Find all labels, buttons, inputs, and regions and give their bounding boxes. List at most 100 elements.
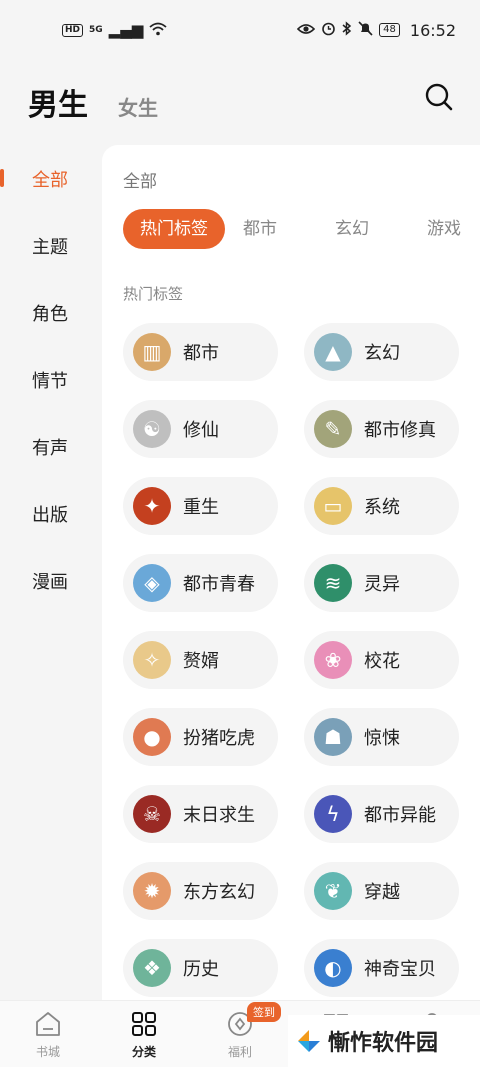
tag-item[interactable]: ❖ 历史	[123, 939, 278, 997]
sidebar-item-published[interactable]: 出版	[0, 480, 100, 547]
tag-item[interactable]: ☯ 修仙	[123, 400, 278, 458]
tag-label: 惊悚	[364, 728, 400, 749]
sidebar-item-theme[interactable]: 主题	[0, 212, 100, 279]
wifi-icon	[149, 22, 167, 39]
city-icon: ▥	[133, 333, 171, 371]
home-icon	[36, 1012, 60, 1036]
tag-item[interactable]: ▲ 玄幻	[304, 323, 459, 381]
gourd-icon: ❦	[314, 872, 352, 910]
tag-label: 末日求生	[183, 805, 255, 826]
sidebar-item-label: 角色	[32, 303, 68, 325]
tag-item[interactable]: ☗ 惊悚	[304, 708, 459, 766]
wind-icon: ≋	[314, 564, 352, 602]
sidebar-item-label: 漫画	[32, 571, 68, 593]
schoolgirl-icon: ❀	[314, 641, 352, 679]
sidebar-item-label: 全部	[32, 169, 68, 191]
header: 男生 女生	[0, 70, 480, 130]
tag-item[interactable]: ❦ 穿越	[304, 862, 459, 920]
sidebar-item-comics[interactable]: 漫画	[0, 547, 100, 614]
tag-item[interactable]: ☠ 末日求生	[123, 785, 278, 843]
monitor-icon: ▭	[314, 487, 352, 525]
battery-level: 48	[379, 23, 400, 37]
tag-label: 神奇宝贝	[364, 959, 436, 980]
nav-label: 书城	[35, 1045, 60, 1059]
tag-item[interactable]: ≋ 灵异	[304, 554, 459, 612]
sidebar-item-character[interactable]: 角色	[0, 279, 100, 346]
status-right: 48 16:52	[297, 21, 456, 40]
sidebar-item-label: 有声	[32, 437, 68, 459]
panel-title: 全部	[123, 172, 157, 192]
tag-label: 都市青春	[183, 574, 255, 595]
section-label: 热门标签	[123, 285, 184, 303]
tag-label: 赘婿	[183, 651, 219, 672]
tag-item[interactable]: ❀ 校花	[304, 631, 459, 689]
zombie-icon: ☗	[314, 718, 352, 756]
eye-icon	[297, 23, 316, 38]
tag-item[interactable]: ◈ 都市青春	[123, 554, 278, 612]
mute-bell-icon	[358, 21, 373, 39]
filter-chip-game[interactable]: 游戏	[427, 209, 480, 249]
tag-label: 扮猪吃虎	[183, 728, 255, 749]
watermark-logo-icon	[298, 1030, 320, 1052]
tag-grid: ▥ 都市 ▲ 玄幻 ☯ 修仙 ✎ 都市修真 ✦ 重生 ▭ 系统 ◈ 都市青春 ≋ 灵异 ✧ 赘婿 ❀ 校花 ● 扮猪吃虎 ☗…	[123, 323, 479, 997]
search-button[interactable]	[424, 82, 454, 112]
watermark-text: 慚怍软件园	[328, 1031, 439, 1056]
tag-item[interactable]: ◐ 神奇宝贝	[304, 939, 459, 997]
tag-item[interactable]: ● 扮猪吃虎	[123, 708, 278, 766]
category-sidebar: 全部 主题 角色 情节 有声 出版 漫画	[0, 145, 100, 614]
jacket-icon: ◈	[133, 564, 171, 602]
tag-label: 都市修真	[364, 420, 436, 441]
mountain-icon: ▲	[314, 333, 352, 371]
tab-male[interactable]: 男生	[28, 80, 88, 124]
nav-label: 分类	[131, 1045, 156, 1059]
tag-label: 历史	[183, 959, 219, 980]
dragon-icon: ✹	[133, 872, 171, 910]
network-type: 5G	[89, 25, 103, 35]
tag-label: 玄幻	[364, 343, 400, 364]
scroll-icon: ✎	[314, 410, 352, 448]
filter-chip-hot-tags[interactable]: 热门标签	[123, 209, 225, 249]
tag-label: 都市异能	[364, 805, 436, 826]
tab-female[interactable]: 女生	[118, 92, 158, 121]
tag-item[interactable]: ▥ 都市	[123, 323, 278, 381]
tag-label: 重生	[183, 497, 219, 518]
tag-item[interactable]: ϟ 都市异能	[304, 785, 459, 843]
tag-item[interactable]: ✧ 赘婿	[123, 631, 278, 689]
signal-icon: ▂▄▆	[108, 20, 144, 39]
pig-icon: ●	[133, 718, 171, 756]
tag-label: 系统	[364, 497, 400, 518]
sidebar-item-plot[interactable]: 情节	[0, 346, 100, 413]
category-panel: 全部 热门标签 都市 玄幻 游戏 热门标签 ▥ 都市 ▲ 玄幻 ☯ 修仙 ✎ 都市修真 ✦ 重生 ▭…	[102, 145, 480, 1001]
bluetooth-icon	[342, 21, 352, 39]
filter-chip-fantasy[interactable]: 玄幻	[335, 209, 427, 249]
tag-item[interactable]: ✦ 重生	[123, 477, 278, 535]
tag-label: 校花	[364, 651, 400, 672]
skull-icon: ☠	[133, 795, 171, 833]
hd-indicator: HD	[62, 23, 84, 37]
nav-bookstore[interactable]: 书城	[18, 1009, 78, 1060]
nav-category[interactable]: 分类	[114, 1009, 174, 1060]
immortal-icon: ☯	[133, 410, 171, 448]
clock-time: 16:52	[409, 20, 456, 40]
sidebar-item-label: 出版	[32, 504, 68, 526]
tag-item[interactable]: ✹ 东方玄幻	[123, 862, 278, 920]
sidebar-item-audio[interactable]: 有声	[0, 413, 100, 480]
tag-label: 灵异	[364, 574, 400, 595]
tag-item[interactable]: ✎ 都市修真	[304, 400, 459, 458]
alarm-icon	[321, 21, 336, 39]
filter-chip-row: 热门标签 都市 玄幻 游戏	[123, 209, 480, 249]
tag-label: 都市	[183, 343, 219, 364]
filter-chip-urban[interactable]: 都市	[243, 209, 335, 249]
tag-label: 东方玄幻	[183, 882, 255, 903]
tag-item[interactable]: ▭ 系统	[304, 477, 459, 535]
sidebar-item-all[interactable]: 全部	[0, 145, 100, 212]
lightning-icon: ϟ	[314, 795, 352, 833]
sidebar-item-label: 主题	[32, 236, 68, 258]
sidebar-item-label: 情节	[32, 370, 68, 392]
butterfly-icon: ✦	[133, 487, 171, 525]
scroll-history-icon: ❖	[133, 949, 171, 987]
category-grid-icon	[132, 1012, 156, 1036]
checkin-badge[interactable]: 签到	[247, 1002, 281, 1022]
pokeball-icon: ◐	[314, 949, 352, 987]
tag-label: 穿越	[364, 882, 400, 903]
